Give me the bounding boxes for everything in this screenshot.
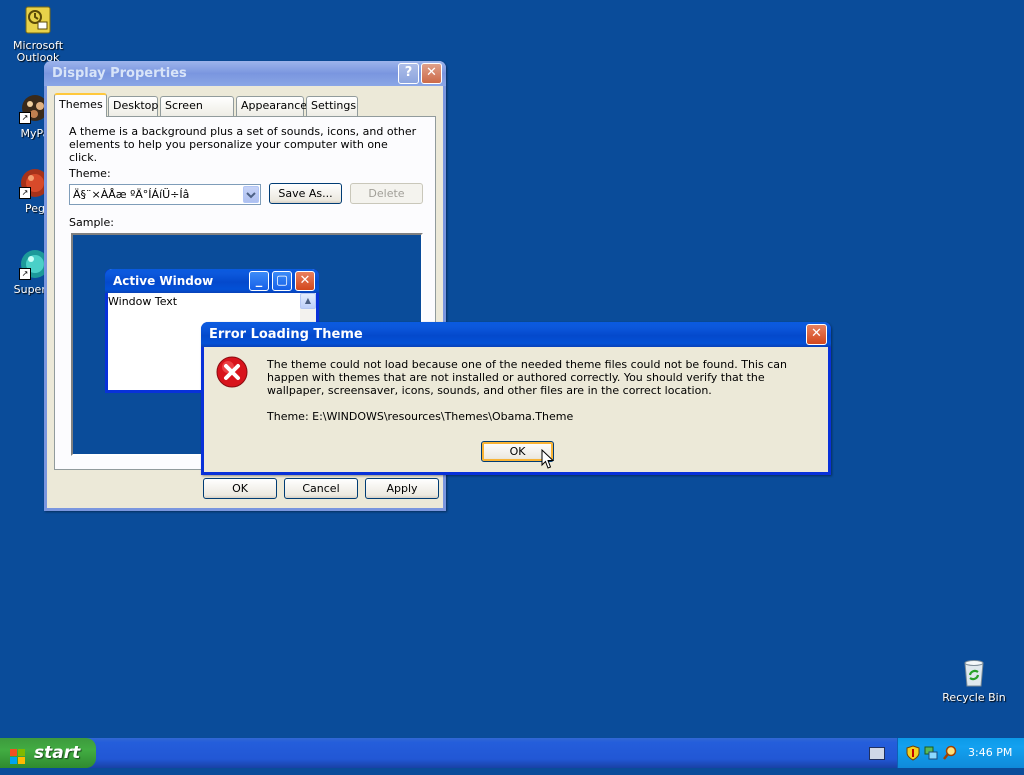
apply-button[interactable]: Apply: [365, 478, 439, 499]
outlook-icon: [22, 4, 54, 36]
desktop-icon-outlook[interactable]: Microsoft Outlook: [0, 4, 76, 64]
shortcut-arrow-icon: ↗: [19, 187, 31, 199]
desktop-icon-recycle-bin[interactable]: Recycle Bin: [936, 656, 1012, 704]
security-shield-icon[interactable]: [906, 745, 920, 761]
error-loading-theme-dialog: Error Loading Theme ✕ The theme could no…: [201, 322, 831, 475]
help-button[interactable]: ?: [398, 63, 419, 84]
sample-label: Sample:: [69, 216, 114, 229]
display-properties-titlebar[interactable]: Display Properties ? ✕: [44, 61, 446, 86]
error-theme-path: Theme: E:\WINDOWS\resources\Themes\Obama…: [267, 410, 574, 423]
chevron-down-icon[interactable]: [243, 186, 259, 203]
shortcut-arrow-icon: ↗: [19, 268, 31, 280]
sample-window-text: Window Text: [108, 295, 178, 308]
search-icon[interactable]: [942, 745, 958, 761]
maximize-icon: ▢: [272, 271, 292, 291]
delete-button[interactable]: Delete: [350, 183, 423, 204]
cancel-button[interactable]: Cancel: [284, 478, 358, 499]
theme-label: Theme:: [69, 167, 111, 180]
theme-select-value: Ä§¨×ÀÅæ ºÄ°ÍÁíÜ÷Íâ: [73, 188, 190, 201]
start-label: start: [34, 743, 81, 763]
sample-window-titlebar: Active Window _ ▢ ✕: [105, 269, 319, 293]
windows-logo-icon: [10, 745, 26, 764]
start-button[interactable]: start: [0, 738, 96, 768]
taskbar: start 3:46 PM: [0, 738, 1024, 768]
close-icon: ✕: [295, 271, 315, 291]
error-dialog-title: Error Loading Theme: [209, 327, 363, 342]
close-button[interactable]: ✕: [806, 324, 827, 345]
shortcut-arrow-icon: ↗: [19, 112, 31, 124]
clock[interactable]: 3:46 PM: [968, 738, 1012, 768]
error-icon: [216, 356, 248, 388]
recycle-bin-icon: [958, 656, 990, 688]
save-as-button[interactable]: Save As...: [269, 183, 342, 204]
error-message: The theme could not load because one of …: [267, 358, 787, 397]
minimize-icon: _: [249, 271, 269, 291]
tab-themes[interactable]: Themes: [54, 93, 107, 117]
scroll-up-icon: ▲: [300, 293, 316, 309]
tab-appearance[interactable]: Appearance: [236, 96, 307, 116]
ok-button[interactable]: OK: [203, 478, 277, 499]
tab-settings[interactable]: Settings: [306, 96, 358, 116]
theme-select[interactable]: Ä§¨×ÀÅæ ºÄ°ÍÁíÜ÷Íâ: [69, 184, 261, 205]
keyboard-icon[interactable]: [869, 747, 885, 760]
system-tray: 3:46 PM: [897, 738, 1024, 768]
themes-description: A theme is a background plus a set of so…: [69, 125, 417, 164]
close-button[interactable]: ✕: [421, 63, 442, 84]
tab-desktop[interactable]: Desktop: [108, 96, 158, 116]
tab-screen-saver[interactable]: Screen Saver: [160, 96, 234, 130]
network-icon[interactable]: [924, 745, 938, 761]
mouse-cursor-icon: [541, 448, 555, 470]
error-dialog-titlebar[interactable]: Error Loading Theme ✕: [201, 322, 831, 347]
desktop-icon-label: Recycle Bin: [942, 692, 1006, 704]
window-title: Display Properties: [52, 66, 187, 81]
